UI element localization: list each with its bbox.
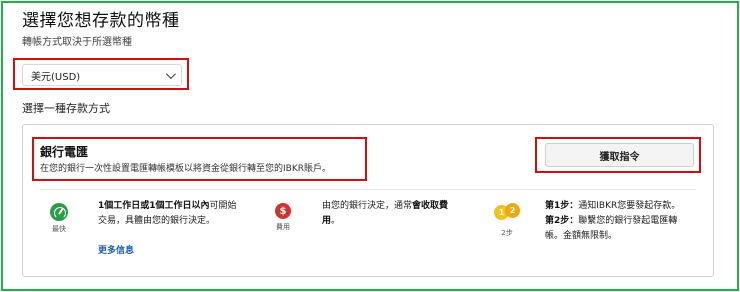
more-info-link[interactable]: 更多信息	[98, 243, 134, 256]
step1-text: 通知IBKR您要發起存款。	[578, 201, 681, 211]
step2-text-line2: 帳。金額無限制。	[545, 231, 618, 241]
fee-caption: 費用	[276, 223, 290, 231]
chevron-down-icon	[165, 68, 176, 79]
step2-label: 第2步：	[545, 216, 579, 226]
speed-caption: 最快	[52, 225, 66, 233]
dollar-icon: $	[275, 203, 291, 219]
page-title: 選擇您想存款的幣種	[22, 11, 180, 31]
speed-text: 1個工作日或1個工作日以內可開始 交易，具體由您的銀行決定。	[98, 199, 268, 229]
fee-text-1: 由您的銀行決定，通常	[322, 201, 413, 211]
speed-text-rest: 可開始	[209, 201, 237, 211]
fee-text: 由您的銀行決定，通常會收取費 用。	[322, 199, 472, 229]
wire-transfer-description: 在您的銀行一次性設置電匯轉帳模板以將資金從銀行轉至您的IBKR賬戶。	[40, 164, 331, 174]
step2-text: 聯繫您的銀行發起電匯轉	[578, 216, 678, 226]
fee-text-bold-2: 用	[322, 216, 332, 226]
currency-select-value: 美元(USD)	[31, 71, 81, 83]
steps-feature: 1 2 2步	[494, 203, 520, 238]
steps-text: 第1步：通知IBKR您要發起存款。 第2步：聯繫您的銀行發起電匯轉 帳。金額無限…	[545, 199, 705, 244]
steps-icon: 1 2	[494, 203, 520, 221]
card-divider	[40, 189, 696, 190]
step-two-icon: 2	[505, 203, 520, 218]
method-section-label: 選擇一種存款方式	[22, 102, 110, 115]
fee-text-bold-1: 會收取費	[412, 201, 449, 211]
get-instructions-button[interactable]: 獲取指令	[545, 143, 694, 167]
page-subtitle: 轉帳方式取決于所選幣種	[22, 37, 132, 48]
speed-feature: 最快	[50, 203, 68, 234]
speed-text-line2: 交易，具體由您的銀行決定。	[98, 216, 216, 226]
fee-feature: $ 費用	[275, 203, 291, 232]
currency-select[interactable]: 美元(USD)	[22, 64, 182, 86]
wire-transfer-title: 銀行電匯	[40, 145, 89, 159]
fee-text-2: 。	[331, 216, 341, 226]
speedometer-icon	[50, 203, 68, 221]
step1-label: 第1步：	[545, 201, 579, 211]
speed-text-bold: 1個工作日或1個工作日以內	[98, 201, 210, 211]
steps-caption: 2步	[501, 229, 513, 237]
